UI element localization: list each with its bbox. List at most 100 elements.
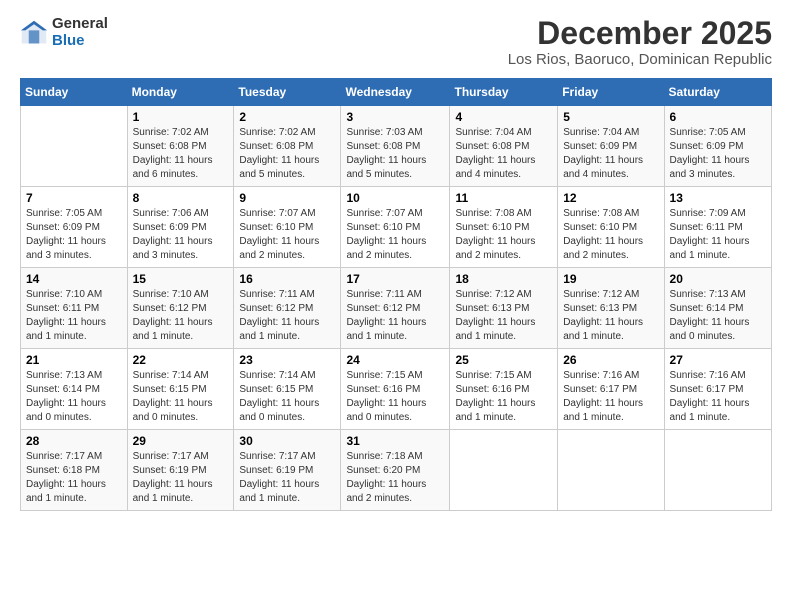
day-info: Sunrise: 7:11 AM Sunset: 6:12 PM Dayligh… bbox=[239, 288, 335, 344]
day-number: 15 bbox=[133, 272, 229, 286]
day-cell: 23 Sunrise: 7:14 AM Sunset: 6:15 PM Dayli… bbox=[234, 349, 341, 430]
day-number: 3 bbox=[346, 110, 444, 124]
day-info: Sunrise: 7:13 AM Sunset: 6:14 PM Dayligh… bbox=[26, 369, 122, 425]
day-info: Sunrise: 7:09 AM Sunset: 6:11 PM Dayligh… bbox=[670, 207, 766, 263]
day-info: Sunrise: 7:16 AM Sunset: 6:17 PM Dayligh… bbox=[670, 369, 766, 425]
day-number: 21 bbox=[26, 353, 122, 367]
day-number: 26 bbox=[563, 353, 658, 367]
day-cell: 6 Sunrise: 7:05 AM Sunset: 6:09 PM Daylig… bbox=[664, 106, 771, 187]
day-cell: 28 Sunrise: 7:17 AM Sunset: 6:18 PM Dayli… bbox=[21, 430, 128, 511]
day-info: Sunrise: 7:08 AM Sunset: 6:10 PM Dayligh… bbox=[455, 207, 552, 263]
day-info: Sunrise: 7:07 AM Sunset: 6:10 PM Dayligh… bbox=[346, 207, 444, 263]
day-info: Sunrise: 7:02 AM Sunset: 6:08 PM Dayligh… bbox=[239, 126, 335, 182]
day-cell: 8 Sunrise: 7:06 AM Sunset: 6:09 PM Daylig… bbox=[127, 187, 234, 268]
day-number: 23 bbox=[239, 353, 335, 367]
day-number: 20 bbox=[670, 272, 766, 286]
week-row-1: 1 Sunrise: 7:02 AM Sunset: 6:08 PM Daylig… bbox=[21, 106, 772, 187]
day-cell: 25 Sunrise: 7:15 AM Sunset: 6:16 PM Dayli… bbox=[450, 349, 558, 430]
day-info: Sunrise: 7:15 AM Sunset: 6:16 PM Dayligh… bbox=[455, 369, 552, 425]
logo-general: General bbox=[52, 16, 108, 33]
day-cell: 31Sunrise: 7:18 AM Sunset: 6:20 PM Dayli… bbox=[341, 430, 450, 511]
day-cell: 13 Sunrise: 7:09 AM Sunset: 6:11 PM Dayli… bbox=[664, 187, 771, 268]
day-cell: 24 Sunrise: 7:15 AM Sunset: 6:16 PM Dayli… bbox=[341, 349, 450, 430]
day-number: 1 bbox=[133, 110, 229, 124]
day-number: 14 bbox=[26, 272, 122, 286]
day-number: 16 bbox=[239, 272, 335, 286]
day-info: Sunrise: 7:17 AM Sunset: 6:19 PM Dayligh… bbox=[239, 450, 335, 506]
header-cell-friday: Friday bbox=[558, 79, 664, 106]
day-info: Sunrise: 7:13 AM Sunset: 6:14 PM Dayligh… bbox=[670, 288, 766, 344]
week-row-4: 21 Sunrise: 7:13 AM Sunset: 6:14 PM Dayli… bbox=[21, 349, 772, 430]
day-number: 17 bbox=[346, 272, 444, 286]
day-number: 13 bbox=[670, 191, 766, 205]
day-cell bbox=[21, 106, 128, 187]
day-number: 28 bbox=[26, 434, 122, 448]
logo-text: General Blue bbox=[52, 16, 108, 49]
day-cell: 15Sunrise: 7:10 AM Sunset: 6:12 PM Dayli… bbox=[127, 268, 234, 349]
day-info: Sunrise: 7:05 AM Sunset: 6:09 PM Dayligh… bbox=[26, 207, 122, 263]
week-row-5: 28 Sunrise: 7:17 AM Sunset: 6:18 PM Dayli… bbox=[21, 430, 772, 511]
header-cell-wednesday: Wednesday bbox=[341, 79, 450, 106]
day-cell: 19 Sunrise: 7:12 AM Sunset: 6:13 PM Dayli… bbox=[558, 268, 664, 349]
day-cell bbox=[450, 430, 558, 511]
day-info: Sunrise: 7:14 AM Sunset: 6:15 PM Dayligh… bbox=[133, 369, 229, 425]
day-info: Sunrise: 7:12 AM Sunset: 6:13 PM Dayligh… bbox=[563, 288, 658, 344]
day-number: 24 bbox=[346, 353, 444, 367]
header-cell-saturday: Saturday bbox=[664, 79, 771, 106]
calendar-subtitle: Los Rios, Baoruco, Dominican Republic bbox=[508, 51, 772, 68]
day-info: Sunrise: 7:06 AM Sunset: 6:09 PM Dayligh… bbox=[133, 207, 229, 263]
day-info: Sunrise: 7:02 AM Sunset: 6:08 PM Dayligh… bbox=[133, 126, 229, 182]
day-cell: 1 Sunrise: 7:02 AM Sunset: 6:08 PM Daylig… bbox=[127, 106, 234, 187]
day-cell: 21 Sunrise: 7:13 AM Sunset: 6:14 PM Dayli… bbox=[21, 349, 128, 430]
day-number: 25 bbox=[455, 353, 552, 367]
day-info: Sunrise: 7:04 AM Sunset: 6:09 PM Dayligh… bbox=[563, 126, 658, 182]
header-cell-sunday: Sunday bbox=[21, 79, 128, 106]
day-number: 7 bbox=[26, 191, 122, 205]
logo-blue: Blue bbox=[52, 33, 108, 50]
day-cell: 3 Sunrise: 7:03 AM Sunset: 6:08 PM Daylig… bbox=[341, 106, 450, 187]
day-number: 29 bbox=[133, 434, 229, 448]
day-info: Sunrise: 7:17 AM Sunset: 6:18 PM Dayligh… bbox=[26, 450, 122, 506]
day-cell: 27 Sunrise: 7:16 AM Sunset: 6:17 PM Dayli… bbox=[664, 349, 771, 430]
logo-icon bbox=[20, 19, 48, 47]
day-cell: 16 Sunrise: 7:11 AM Sunset: 6:12 PM Dayli… bbox=[234, 268, 341, 349]
day-cell: 22 Sunrise: 7:14 AM Sunset: 6:15 PM Dayli… bbox=[127, 349, 234, 430]
title-block: December 2025 Los Rios, Baoruco, Dominic… bbox=[508, 16, 772, 68]
day-info: Sunrise: 7:12 AM Sunset: 6:13 PM Dayligh… bbox=[455, 288, 552, 344]
week-row-2: 7 Sunrise: 7:05 AM Sunset: 6:09 PM Daylig… bbox=[21, 187, 772, 268]
day-number: 2 bbox=[239, 110, 335, 124]
day-number: 31 bbox=[346, 434, 444, 448]
day-number: 30 bbox=[239, 434, 335, 448]
calendar-table: SundayMondayTuesdayWednesdayThursdayFrid… bbox=[20, 78, 772, 511]
day-info: Sunrise: 7:10 AM Sunset: 6:11 PM Dayligh… bbox=[26, 288, 122, 344]
day-cell bbox=[664, 430, 771, 511]
day-number: 22 bbox=[133, 353, 229, 367]
day-info: Sunrise: 7:14 AM Sunset: 6:15 PM Dayligh… bbox=[239, 369, 335, 425]
day-number: 18 bbox=[455, 272, 552, 286]
day-number: 9 bbox=[239, 191, 335, 205]
day-cell: 18 Sunrise: 7:12 AM Sunset: 6:13 PM Dayli… bbox=[450, 268, 558, 349]
day-number: 5 bbox=[563, 110, 658, 124]
day-cell bbox=[558, 430, 664, 511]
day-cell: 7 Sunrise: 7:05 AM Sunset: 6:09 PM Daylig… bbox=[21, 187, 128, 268]
header-row: SundayMondayTuesdayWednesdayThursdayFrid… bbox=[21, 79, 772, 106]
page-header: General Blue December 2025 Los Rios, Bao… bbox=[20, 16, 772, 68]
day-number: 8 bbox=[133, 191, 229, 205]
day-cell: 12Sunrise: 7:08 AM Sunset: 6:10 PM Dayli… bbox=[558, 187, 664, 268]
day-number: 6 bbox=[670, 110, 766, 124]
day-number: 4 bbox=[455, 110, 552, 124]
day-cell: 29Sunrise: 7:17 AM Sunset: 6:19 PM Dayli… bbox=[127, 430, 234, 511]
day-cell: 17 Sunrise: 7:11 AM Sunset: 6:12 PM Dayli… bbox=[341, 268, 450, 349]
day-number: 19 bbox=[563, 272, 658, 286]
header-cell-thursday: Thursday bbox=[450, 79, 558, 106]
day-cell: 30 Sunrise: 7:17 AM Sunset: 6:19 PM Dayli… bbox=[234, 430, 341, 511]
day-number: 27 bbox=[670, 353, 766, 367]
day-cell: 20 Sunrise: 7:13 AM Sunset: 6:14 PM Dayli… bbox=[664, 268, 771, 349]
day-cell: 11Sunrise: 7:08 AM Sunset: 6:10 PM Dayli… bbox=[450, 187, 558, 268]
day-info: Sunrise: 7:05 AM Sunset: 6:09 PM Dayligh… bbox=[670, 126, 766, 182]
day-info: Sunrise: 7:03 AM Sunset: 6:08 PM Dayligh… bbox=[346, 126, 444, 182]
day-cell: 4Sunrise: 7:04 AM Sunset: 6:08 PM Daylig… bbox=[450, 106, 558, 187]
day-info: Sunrise: 7:15 AM Sunset: 6:16 PM Dayligh… bbox=[346, 369, 444, 425]
day-info: Sunrise: 7:11 AM Sunset: 6:12 PM Dayligh… bbox=[346, 288, 444, 344]
day-cell: 9Sunrise: 7:07 AM Sunset: 6:10 PM Daylig… bbox=[234, 187, 341, 268]
